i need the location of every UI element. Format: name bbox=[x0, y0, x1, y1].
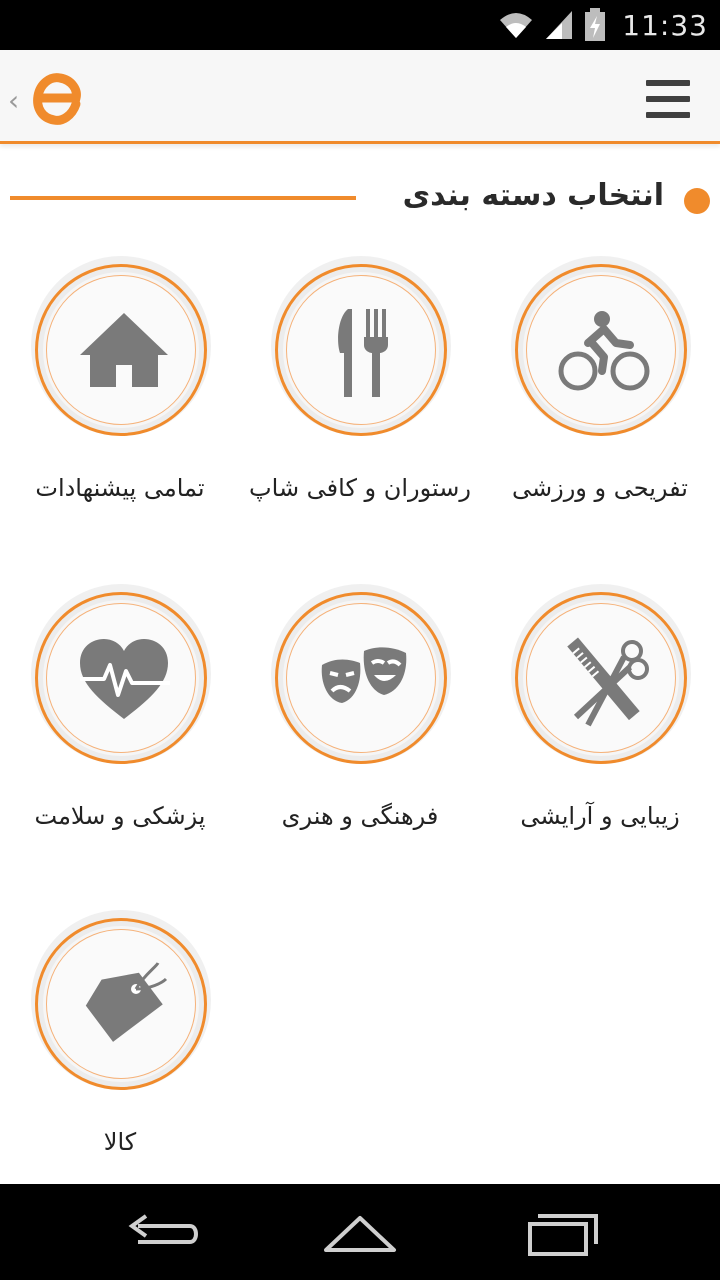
section-divider bbox=[10, 196, 356, 200]
nav-recent-apps-icon[interactable] bbox=[510, 1202, 610, 1262]
category-circle bbox=[275, 592, 447, 764]
cyclist-icon bbox=[558, 311, 650, 391]
nav-home-icon[interactable] bbox=[310, 1202, 410, 1262]
category-circle bbox=[35, 918, 207, 1090]
nav-back-icon[interactable] bbox=[110, 1202, 210, 1262]
category-health[interactable]: پزشکی و سلامت bbox=[0, 592, 240, 912]
category-label: پزشکی و سلامت bbox=[34, 802, 206, 830]
category-label: زیبایی و آرایشی bbox=[520, 802, 680, 830]
price-tag-icon bbox=[85, 962, 168, 1042]
status-icons: 11:33 bbox=[498, 0, 708, 50]
category-label: فرهنگی و هنری bbox=[281, 802, 439, 830]
category-restaurant[interactable]: رستوران و کافی شاپ bbox=[240, 264, 480, 584]
app-logo[interactable] bbox=[30, 64, 86, 130]
status-time: 11:33 bbox=[622, 8, 708, 42]
category-label: تمامی پیشنهادات bbox=[35, 474, 205, 502]
wifi-icon bbox=[500, 13, 533, 38]
category-all-offers[interactable]: تمامی پیشنهادات bbox=[0, 264, 240, 584]
category-label: کالا bbox=[103, 1128, 137, 1156]
chevron-left-icon[interactable]: ‹ bbox=[8, 84, 19, 117]
category-beauty[interactable]: زیبایی و آرایشی bbox=[480, 592, 720, 912]
category-circle bbox=[35, 264, 207, 436]
battery-charging-icon bbox=[585, 8, 606, 41]
category-circle bbox=[515, 592, 687, 764]
status-bar: 11:33 bbox=[0, 0, 720, 50]
section-bullet bbox=[684, 188, 710, 214]
hamburger-menu-icon[interactable] bbox=[646, 80, 690, 118]
category-label: تفریحی و ورزشی bbox=[512, 474, 688, 502]
app-bar: ‹ bbox=[0, 50, 720, 144]
category-circle bbox=[275, 264, 447, 436]
fork-knife-icon bbox=[338, 309, 388, 397]
section-header: انتخاب دسته بندی bbox=[0, 176, 720, 224]
category-circle bbox=[515, 264, 687, 436]
section-title: انتخاب دسته بندی bbox=[402, 178, 664, 213]
category-culture-art[interactable]: فرهنگی و هنری bbox=[240, 592, 480, 912]
home-icon bbox=[80, 313, 168, 387]
category-sports[interactable]: تفریحی و ورزشی bbox=[480, 264, 720, 584]
category-circle bbox=[35, 592, 207, 764]
comb-scissors-icon bbox=[567, 637, 649, 727]
signal-icon bbox=[546, 11, 573, 39]
navigation-bar bbox=[0, 1184, 720, 1280]
heart-pulse-icon bbox=[80, 639, 170, 719]
theater-masks-icon bbox=[321, 647, 407, 703]
category-label: رستوران و کافی شاپ bbox=[249, 474, 471, 502]
